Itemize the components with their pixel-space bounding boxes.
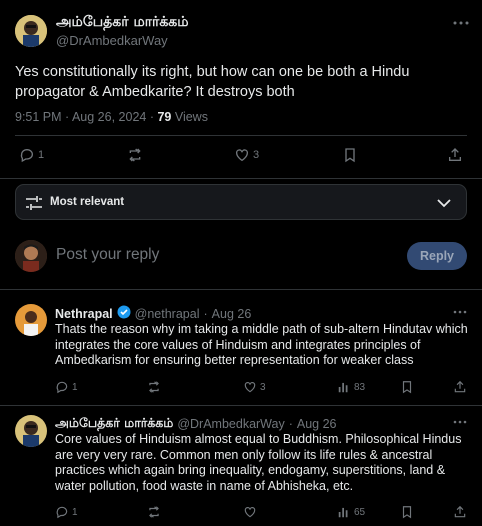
divider xyxy=(0,178,482,179)
bookmark-icon xyxy=(345,148,355,163)
separator-dot: · xyxy=(288,416,293,431)
share-button[interactable] xyxy=(453,505,467,519)
bookmark-button[interactable] xyxy=(400,380,414,394)
reply-actions: 1 3 83 xyxy=(55,380,467,398)
chevron-down-icon xyxy=(436,195,452,211)
analytics-icon xyxy=(338,507,348,518)
tweet-text: Yes constitutionally its right, but how … xyxy=(15,64,410,100)
reply-input[interactable]: Post your reply xyxy=(56,246,159,264)
reply-date[interactable]: Aug 26 xyxy=(297,417,337,431)
author-handle[interactable]: @DrAmbedkarWay xyxy=(56,33,168,48)
like-count: 3 xyxy=(260,381,266,393)
author-name[interactable]: அம்பேத்கர் மார்க்கம் xyxy=(56,14,189,32)
reply-author-handle[interactable]: @DrAmbedkarWay xyxy=(177,417,284,431)
reply-actions: 1 65 xyxy=(55,505,467,523)
heart-icon xyxy=(244,507,256,518)
bookmark-button[interactable] xyxy=(400,505,414,519)
reply-count: 1 xyxy=(72,381,78,393)
reply-submit-button[interactable]: Reply xyxy=(407,242,467,270)
reply-header: Nethrapal @nethrapal · Aug 26 xyxy=(55,305,251,322)
reply-text: Core values of Hinduism almost equal to … xyxy=(55,432,462,493)
repost-button[interactable] xyxy=(147,380,161,394)
reply-button[interactable]: 1 xyxy=(55,505,78,519)
views-button[interactable]: 65 xyxy=(337,505,365,519)
heart-icon xyxy=(236,149,248,162)
tweet-actions: 1 3 xyxy=(15,147,467,169)
reply-button[interactable]: 1 xyxy=(19,147,44,163)
bookmark-icon xyxy=(402,506,412,519)
repost-icon xyxy=(129,148,141,162)
reply-button[interactable]: 1 xyxy=(55,380,78,394)
heart-icon xyxy=(244,382,256,393)
more-options-icon[interactable] xyxy=(452,14,470,32)
repost-icon xyxy=(149,381,159,393)
like-button[interactable] xyxy=(243,505,260,519)
reply-count: 1 xyxy=(72,506,78,518)
reply-header: அம்பேத்கர் மார்க்கம் @DrAmbedkarWay · Au… xyxy=(55,415,337,432)
reply-author-handle[interactable]: @nethrapal xyxy=(135,307,200,321)
reply-text: Thats the reason why im taking a middle … xyxy=(55,322,468,367)
reply-count: 1 xyxy=(38,149,45,161)
reply-icon xyxy=(56,381,68,394)
reply-sort-dropdown[interactable]: Most relevant xyxy=(15,184,467,220)
repost-button[interactable] xyxy=(127,147,143,163)
sliders-icon xyxy=(25,194,43,212)
share-icon xyxy=(449,148,461,161)
reply-icon xyxy=(56,506,68,519)
views-count: 65 xyxy=(354,506,366,518)
divider xyxy=(0,289,482,290)
reply-author-name[interactable]: அம்பேத்கர் மார்க்கம் xyxy=(55,415,173,432)
bookmark-button[interactable] xyxy=(342,147,358,163)
analytics-icon xyxy=(338,382,348,393)
reply-avatar[interactable] xyxy=(15,304,47,336)
tweet-meta: 9:51 PM · Aug 26, 2024 · 79 Views xyxy=(15,110,208,124)
separator-dot: · xyxy=(203,306,208,321)
bookmark-icon xyxy=(402,381,412,394)
share-icon xyxy=(454,380,466,393)
sort-label: Most relevant xyxy=(50,196,125,208)
reply-author-name[interactable]: Nethrapal xyxy=(55,307,113,321)
reply-icon xyxy=(20,149,33,163)
reply-avatar[interactable] xyxy=(15,415,47,447)
share-icon xyxy=(454,505,466,518)
share-button[interactable] xyxy=(447,147,463,163)
views-button[interactable]: 83 xyxy=(337,380,365,394)
current-user-avatar[interactable] xyxy=(15,240,47,272)
share-button[interactable] xyxy=(453,380,467,394)
verified-badge-icon xyxy=(117,305,131,322)
like-button[interactable]: 3 xyxy=(234,147,259,163)
views-label: Views xyxy=(171,110,208,124)
views-count: 83 xyxy=(354,381,366,393)
repost-button[interactable] xyxy=(147,505,161,519)
views-count: 79 xyxy=(157,110,172,124)
tweet-time[interactable]: 9:51 PM · Aug 26, 2024 · xyxy=(15,110,157,124)
reply-date[interactable]: Aug 26 xyxy=(212,307,252,321)
like-count: 3 xyxy=(253,149,260,161)
divider xyxy=(15,135,467,136)
author-avatar[interactable] xyxy=(15,15,47,47)
like-button[interactable]: 3 xyxy=(243,380,266,394)
divider xyxy=(0,405,482,406)
repost-icon xyxy=(149,506,159,518)
